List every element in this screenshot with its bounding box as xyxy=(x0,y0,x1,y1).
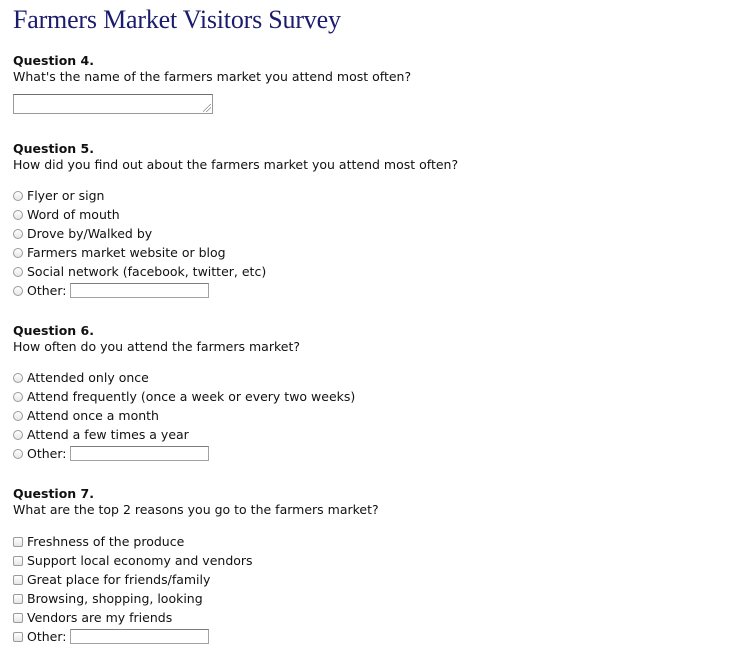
question-7-number: Question 7. xyxy=(13,486,94,501)
option-label: Browsing, shopping, looking xyxy=(27,591,203,606)
survey-page: Farmers Market Visitors Survey Question … xyxy=(0,0,744,658)
question-7-text: What are the top 2 reasons you go to the… xyxy=(13,502,379,517)
option-label: Support local economy and vendors xyxy=(27,553,253,568)
radio-button[interactable] xyxy=(13,411,23,421)
other-text-field[interactable] xyxy=(70,446,210,461)
question-5-number: Question 5. xyxy=(13,141,94,156)
option-label: Attended only once xyxy=(27,370,149,385)
option-label: Flyer or sign xyxy=(27,188,105,203)
other-text-field[interactable] xyxy=(70,629,210,644)
option-label: Attend frequently (once a week or every … xyxy=(27,389,356,404)
option-label: Other: xyxy=(27,283,67,298)
radio-button[interactable] xyxy=(13,267,23,277)
question-6-text: How often do you attend the farmers mark… xyxy=(13,339,300,354)
option-label: Farmers market website or blog xyxy=(27,245,226,260)
checkbox[interactable] xyxy=(13,613,23,623)
radio-button[interactable] xyxy=(13,430,23,440)
checkbox[interactable] xyxy=(13,632,23,642)
question-6-number: Question 6. xyxy=(13,323,94,338)
option-friends-family[interactable]: Great place for friends/family xyxy=(12,570,253,589)
radio-button[interactable] xyxy=(13,286,23,296)
question-5-text: How did you find out about the farmers m… xyxy=(13,157,459,172)
option-label: Vendors are my friends xyxy=(27,610,173,625)
option-label: Attend a few times a year xyxy=(27,427,189,442)
question-5-options: Flyer or sign Word of mouth Drove by/Wal… xyxy=(12,186,266,300)
question-7-options: Freshness of the produce Support local e… xyxy=(12,532,253,646)
option-support-local[interactable]: Support local economy and vendors xyxy=(12,551,253,570)
option-label: Social network (facebook, twitter, etc) xyxy=(27,264,267,279)
question-4-number: Question 4. xyxy=(13,53,94,68)
option-label: Freshness of the produce xyxy=(27,534,185,549)
question-6: Question 6. How often do you attend the … xyxy=(13,323,300,355)
option-vendors-friends[interactable]: Vendors are my friends xyxy=(12,608,253,627)
option-other[interactable]: Other: xyxy=(12,281,266,300)
radio-button[interactable] xyxy=(13,229,23,239)
radio-button[interactable] xyxy=(13,191,23,201)
radio-button[interactable] xyxy=(13,248,23,258)
option-label: Other: xyxy=(27,629,67,644)
resize-grip-icon[interactable] xyxy=(203,104,211,112)
option-word-of-mouth[interactable]: Word of mouth xyxy=(12,205,266,224)
option-label: Great place for friends/family xyxy=(27,572,211,587)
question-7: Question 7. What are the top 2 reasons y… xyxy=(13,486,379,518)
question-4-text: What's the name of the farmers market yo… xyxy=(13,69,412,84)
checkbox[interactable] xyxy=(13,556,23,566)
option-attend-frequently[interactable]: Attend frequently (once a week or every … xyxy=(12,387,355,406)
option-browsing[interactable]: Browsing, shopping, looking xyxy=(12,589,253,608)
option-attend-monthly[interactable]: Attend once a month xyxy=(12,406,355,425)
radio-button[interactable] xyxy=(13,210,23,220)
radio-button[interactable] xyxy=(13,373,23,383)
option-flyer[interactable]: Flyer or sign xyxy=(12,186,266,205)
page-title: Farmers Market Visitors Survey xyxy=(13,5,341,34)
checkbox[interactable] xyxy=(13,594,23,604)
other-text-field[interactable] xyxy=(70,283,210,298)
option-label: Attend once a month xyxy=(27,408,159,423)
option-other[interactable]: Other: xyxy=(12,627,253,646)
question-6-options: Attended only once Attend frequently (on… xyxy=(12,368,355,463)
option-label: Word of mouth xyxy=(27,207,120,222)
option-attend-few-times[interactable]: Attend a few times a year xyxy=(12,425,355,444)
option-freshness[interactable]: Freshness of the produce xyxy=(12,532,253,551)
option-website[interactable]: Farmers market website or blog xyxy=(12,243,266,262)
option-label: Other: xyxy=(27,446,67,461)
option-other[interactable]: Other: xyxy=(12,444,355,463)
option-drove-by[interactable]: Drove by/Walked by xyxy=(12,224,266,243)
option-label: Drove by/Walked by xyxy=(27,226,153,241)
radio-button[interactable] xyxy=(13,449,23,459)
checkbox[interactable] xyxy=(13,575,23,585)
market-name-textarea[interactable] xyxy=(13,94,213,114)
option-attended-once[interactable]: Attended only once xyxy=(12,368,355,387)
question-4: Question 4. What's the name of the farme… xyxy=(13,53,411,85)
option-social-network[interactable]: Social network (facebook, twitter, etc) xyxy=(12,262,266,281)
radio-button[interactable] xyxy=(13,392,23,402)
question-5: Question 5. How did you find out about t… xyxy=(13,141,458,173)
checkbox[interactable] xyxy=(13,537,23,547)
